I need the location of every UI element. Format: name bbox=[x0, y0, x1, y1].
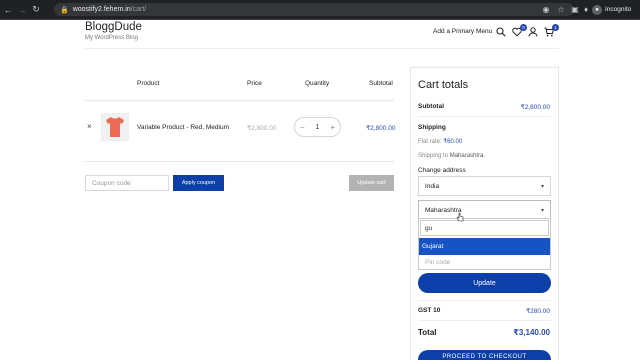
cart-totals-title: Cart totals bbox=[418, 79, 469, 91]
header-product: Product bbox=[137, 80, 160, 87]
header-quantity: Quantity bbox=[305, 80, 330, 87]
increase-quantity-button[interactable]: + bbox=[330, 123, 335, 132]
tshirt-image bbox=[106, 117, 124, 137]
primary-menu-link[interactable]: Add a Primary Menu bbox=[433, 28, 492, 35]
profile-label: Incognito bbox=[605, 6, 632, 13]
header-price: Price bbox=[247, 80, 262, 87]
subtotal-label: Subtotal bbox=[418, 103, 444, 110]
browser-toolbar: ← → ↻ 🔒 woostify2.fehem.in /cart/ ◉ ☆ ▣ … bbox=[0, 0, 640, 19]
star-icon[interactable]: ☆ bbox=[555, 3, 567, 16]
toolbar-divider bbox=[0, 19, 640, 20]
product-price: ₹2,800.00 bbox=[247, 125, 277, 132]
shipping-to-prefix: Shipping to bbox=[418, 153, 450, 159]
state-option-highlighted[interactable]: Gujarat bbox=[419, 238, 550, 255]
gst-value: ₹280.00 bbox=[525, 308, 550, 315]
shipping-to-suffix: . bbox=[483, 153, 486, 159]
chevron-down-icon: ▾ bbox=[540, 207, 544, 214]
search-icon[interactable] bbox=[495, 26, 507, 38]
proceed-to-checkout-button[interactable]: PROCEED TO CHECKOUT bbox=[418, 350, 551, 360]
header-subtotal: Subtotal bbox=[369, 80, 393, 87]
table-divider bbox=[85, 100, 394, 101]
totals-divider bbox=[418, 320, 551, 321]
country-value: India bbox=[425, 182, 440, 190]
product-subtotal: ₹2,800.00 bbox=[366, 125, 396, 132]
product-name-link[interactable]: Variable Product - Red, Medium bbox=[137, 124, 229, 131]
update-cart-button[interactable]: Update cart bbox=[349, 175, 394, 191]
account-user-icon[interactable] bbox=[527, 26, 539, 38]
incognito-icon: ● bbox=[592, 4, 602, 15]
coupon-code-input[interactable]: Coupon code bbox=[85, 175, 169, 191]
country-select[interactable]: India ▾ bbox=[418, 176, 551, 196]
back-icon[interactable]: ← bbox=[2, 0, 14, 19]
page: ← → ↻ 🔒 woostify2.fehem.in /cart/ ◉ ☆ ▣ … bbox=[0, 0, 640, 360]
subtotal-value: ₹2,800.00 bbox=[520, 104, 550, 111]
total-label: Total bbox=[418, 328, 437, 337]
hand-cursor-icon bbox=[456, 212, 464, 222]
state-select[interactable]: Maharashtra ▾ bbox=[418, 200, 551, 220]
totals-divider bbox=[418, 116, 551, 117]
product-thumbnail[interactable] bbox=[101, 113, 129, 141]
flat-rate-label: Flat rate: bbox=[418, 139, 444, 145]
shipping-destination: Shipping to Maharashtra. bbox=[418, 153, 485, 159]
site-tagline: My WordPress Blog bbox=[85, 35, 138, 41]
puzzle-icon[interactable]: ♦ bbox=[580, 3, 592, 16]
flat-rate-value: ₹60.00 bbox=[443, 139, 463, 145]
tracking-icon[interactable]: ◉ bbox=[540, 3, 552, 16]
address-bar[interactable]: 🔒 woostify2.fehem.in /cart/ bbox=[54, 3, 574, 16]
totals-divider bbox=[418, 300, 551, 301]
lock-icon: 🔒 bbox=[60, 6, 69, 14]
header-divider bbox=[85, 48, 559, 49]
total-value: ₹3,140.00 bbox=[513, 328, 550, 337]
state-search-input[interactable]: gu bbox=[420, 220, 549, 236]
gst-label: GST 10 bbox=[418, 307, 441, 314]
url-host: woostify2.fehem.in bbox=[72, 6, 131, 13]
shipping-to-state: Maharashtra bbox=[449, 153, 484, 159]
change-address-link[interactable]: Change address bbox=[418, 167, 466, 174]
remove-item-button[interactable]: × bbox=[87, 122, 92, 131]
pin-code-input[interactable]: Pin code bbox=[419, 255, 550, 269]
url-path: /cart/ bbox=[130, 6, 147, 13]
apply-coupon-button[interactable]: Apply coupon bbox=[173, 175, 224, 191]
cart-count-badge: 1 bbox=[552, 24, 559, 31]
quantity-stepper[interactable]: − 1 + bbox=[294, 117, 341, 137]
site-title[interactable]: BloggDude bbox=[85, 21, 142, 33]
shipping-label: Shipping bbox=[418, 124, 446, 131]
reload-icon[interactable]: ↻ bbox=[30, 0, 42, 19]
flat-rate-row: Flat rate: ₹60.00 bbox=[418, 138, 462, 145]
profile-button[interactable]: ● Incognito bbox=[592, 3, 631, 16]
table-divider bbox=[85, 161, 394, 162]
chevron-down-icon: ▾ bbox=[540, 183, 544, 190]
quantity-value[interactable]: 1 bbox=[316, 124, 320, 131]
decrease-quantity-button[interactable]: − bbox=[300, 123, 305, 132]
update-address-button[interactable]: Update bbox=[418, 273, 551, 293]
forward-icon[interactable]: → bbox=[16, 0, 28, 19]
wishlist-count-badge: 0 bbox=[520, 24, 527, 31]
